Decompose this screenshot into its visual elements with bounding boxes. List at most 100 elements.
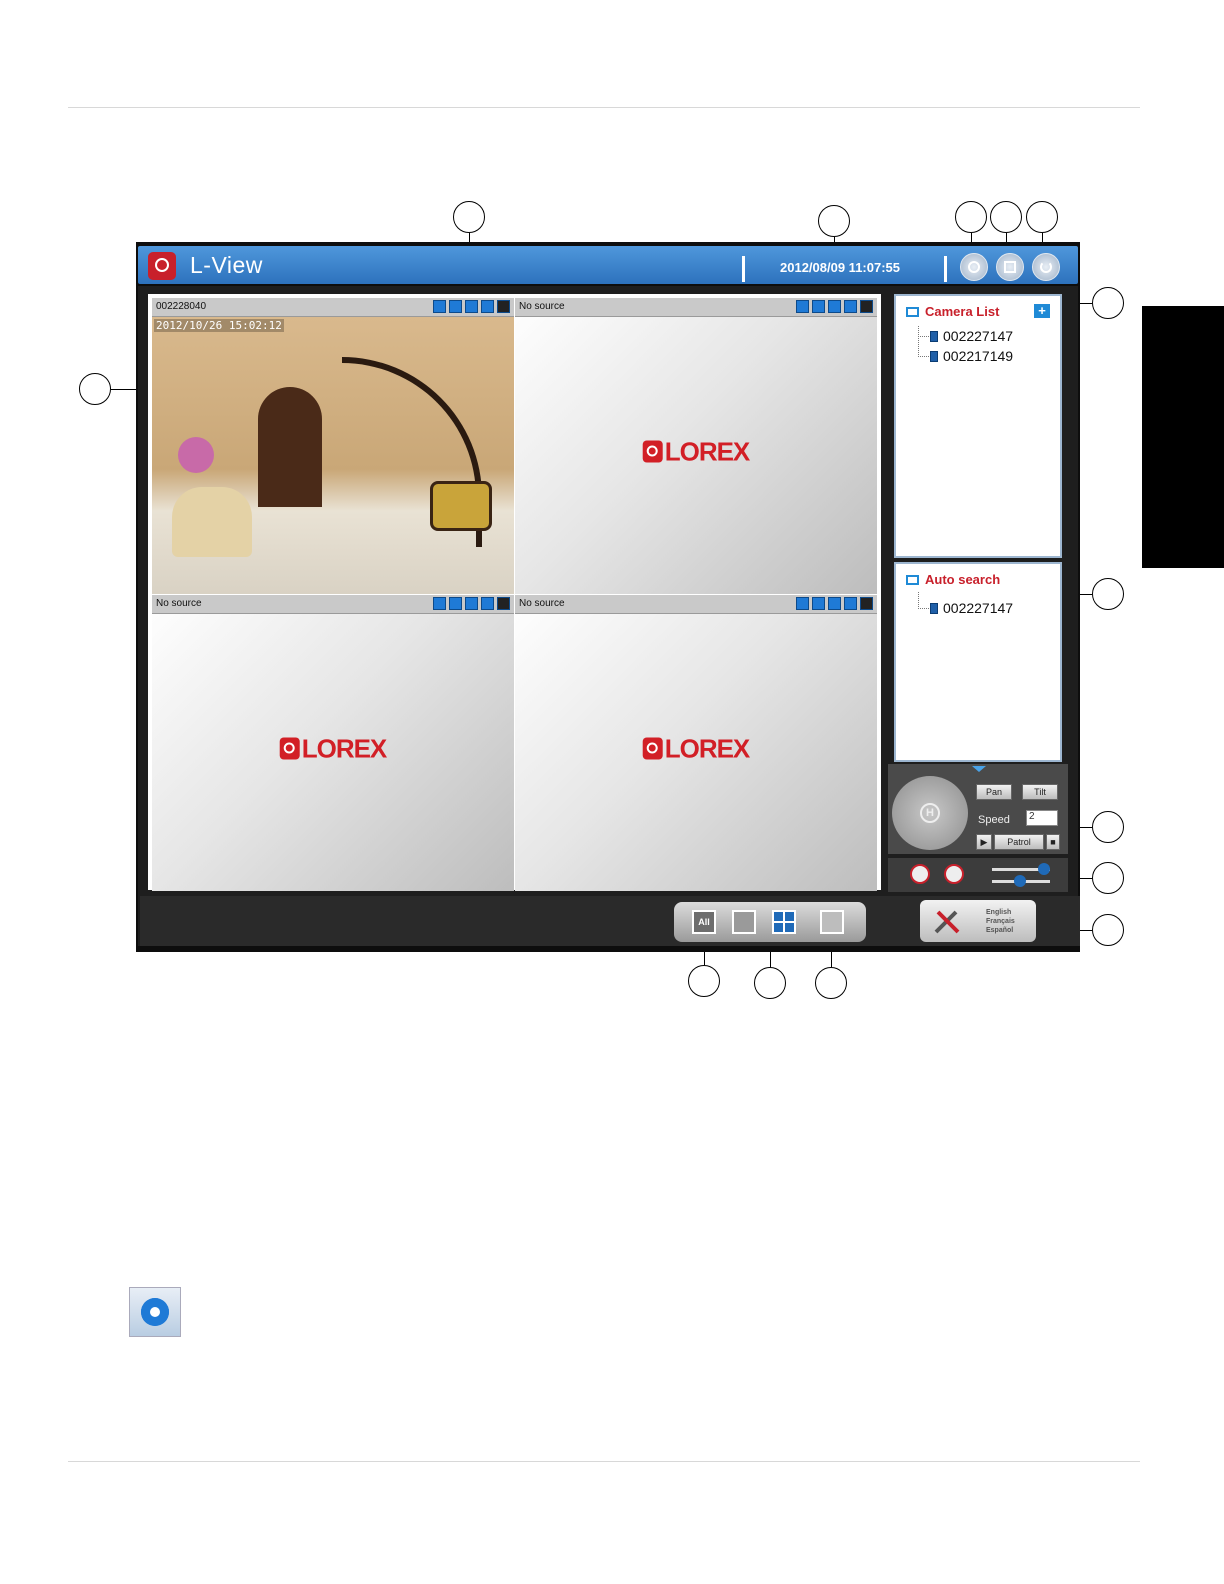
snapshot-icon[interactable]	[465, 300, 478, 313]
feed-timestamp: 2012/10/26 15:02:12	[154, 319, 284, 332]
audio-controls	[888, 858, 1068, 892]
slider-knob[interactable]	[1038, 863, 1050, 875]
cell-toolbar: No source	[515, 298, 877, 317]
close-icon[interactable]	[860, 300, 873, 313]
auto-search-title: Auto search	[925, 572, 1001, 587]
ptz-direction-pad[interactable]: H	[892, 776, 968, 850]
ptz-home-button[interactable]: H	[920, 803, 940, 823]
record-icon	[968, 261, 980, 273]
datetime-display: 2012/08/09 11:07:55	[780, 260, 900, 275]
lorex-logo-icon	[642, 440, 663, 463]
lorex-logo: LOREX	[642, 436, 750, 467]
camera-id: 002227147	[943, 600, 1014, 616]
auto-search-panel: Auto search 002227147	[894, 562, 1062, 762]
snapshot-icon	[1004, 261, 1016, 273]
quad-view-button[interactable]	[772, 910, 796, 934]
snapshot-icon[interactable]	[465, 597, 478, 610]
header-divider	[742, 256, 745, 282]
pan-button[interactable]: Pan	[976, 784, 1012, 800]
snapshot-icon[interactable]	[828, 597, 841, 610]
callout-datetime	[818, 205, 850, 237]
close-icon[interactable]	[497, 597, 510, 610]
settings-icon[interactable]	[433, 300, 446, 313]
record-icon[interactable]	[812, 597, 825, 610]
lorex-logo-icon	[642, 737, 663, 760]
cell-toolbar: No source	[515, 595, 877, 614]
patrol-button[interactable]: Patrol	[994, 834, 1044, 850]
language-option[interactable]: English	[986, 908, 1015, 917]
top-rule	[68, 107, 1140, 108]
folder-icon[interactable]	[844, 597, 857, 610]
folder-icon[interactable]	[481, 300, 494, 313]
cell-tools	[796, 597, 873, 610]
settings-icon[interactable]	[433, 597, 446, 610]
close-icon[interactable]	[497, 300, 510, 313]
callout-video-area	[79, 373, 111, 405]
settings-bar: English Français Español	[920, 900, 1036, 942]
app-header: L-View 2012/08/09 11:07:55	[138, 246, 1078, 284]
callout-layout	[754, 967, 786, 999]
folder-icon[interactable]	[844, 300, 857, 313]
speaker-icon[interactable]	[944, 864, 964, 884]
lorex-logo: LOREX	[279, 733, 387, 764]
snapshot-icon[interactable]	[828, 300, 841, 313]
single-view-button[interactable]	[732, 910, 756, 934]
camera-list-item[interactable]: 002217149	[930, 348, 1013, 364]
chapter-tab	[1142, 306, 1224, 568]
feed-chair	[430, 481, 492, 531]
language-option[interactable]: Français	[986, 917, 1015, 926]
app-logo-icon	[148, 252, 176, 280]
video-cell-3[interactable]: No source LOREX	[152, 595, 514, 891]
microphone-volume-slider[interactable]	[992, 863, 1050, 875]
cell-camera-label: No source	[519, 598, 565, 609]
callout-snapshot	[990, 201, 1022, 233]
camera-list-header: Camera List	[906, 304, 999, 319]
record-button[interactable]	[960, 253, 988, 281]
add-camera-button[interactable]: +	[1034, 304, 1050, 318]
video-cell-2[interactable]: No source LOREX	[515, 298, 877, 594]
monitor-icon	[906, 306, 919, 317]
fullscreen-button[interactable]	[820, 910, 844, 934]
all-view-button[interactable]: All	[692, 910, 716, 934]
tree-connector	[918, 336, 929, 357]
camera-list-item[interactable]: 002227147	[930, 328, 1013, 344]
patrol-stop-button[interactable]: ■	[1046, 834, 1060, 850]
settings-icon[interactable]	[796, 300, 809, 313]
callout-fullscreen	[815, 967, 847, 999]
speed-select[interactable]: 2	[1026, 810, 1058, 826]
footer-bar: All English Français Español	[140, 896, 1080, 946]
main-area: 002228040 2012/10/26 15:02:12 No source …	[138, 286, 1080, 946]
video-cell-1[interactable]: 002228040 2012/10/26 15:02:12	[152, 298, 514, 594]
auto-search-item[interactable]: 002227147	[930, 600, 1013, 616]
close-icon[interactable]	[860, 597, 873, 610]
snapshot-button[interactable]	[996, 253, 1024, 281]
record-icon[interactable]	[449, 597, 462, 610]
microphone-icon[interactable]	[910, 864, 930, 884]
folder-icon[interactable]	[481, 597, 494, 610]
lorex-logo-icon	[279, 737, 300, 760]
tools-icon[interactable]	[932, 906, 962, 936]
feed-door	[258, 387, 322, 507]
ptz-controls: H Pan Tilt Speed 2 ▶ Patrol ■	[888, 764, 1068, 854]
power-icon	[1040, 261, 1052, 273]
callout-power	[1026, 201, 1058, 233]
record-icon[interactable]	[812, 300, 825, 313]
tilt-button[interactable]: Tilt	[1022, 784, 1058, 800]
patrol-play-button[interactable]: ▶	[976, 834, 992, 850]
feed-armchair	[172, 487, 252, 557]
record-icon[interactable]	[449, 300, 462, 313]
video-cell-4[interactable]: No source LOREX	[515, 595, 877, 891]
cell-toolbar: No source	[152, 595, 514, 614]
tree-connector	[918, 592, 929, 609]
gear-icon	[141, 1298, 169, 1326]
callout-all-view	[688, 965, 720, 997]
collapse-arrow-icon[interactable]	[972, 766, 986, 772]
slider-knob[interactable]	[1014, 875, 1026, 887]
speaker-volume-slider[interactable]	[992, 875, 1050, 887]
power-button[interactable]	[1032, 253, 1060, 281]
language-selector[interactable]: English Français Español	[986, 908, 1015, 935]
settings-icon[interactable]	[796, 597, 809, 610]
language-option[interactable]: Español	[986, 926, 1015, 935]
camera-icon	[930, 602, 938, 614]
lorex-wordmark: LOREX	[664, 733, 751, 764]
